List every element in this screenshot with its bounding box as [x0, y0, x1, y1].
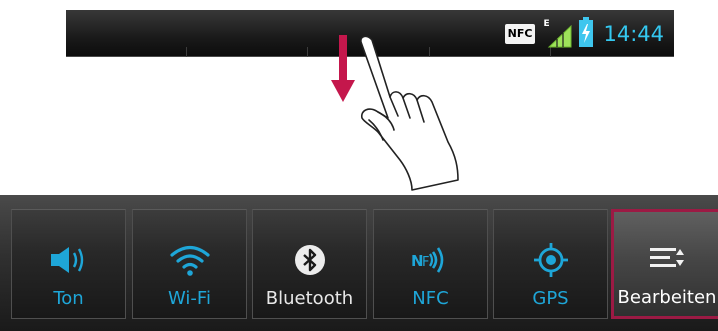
pointing-hand-icon: [360, 35, 459, 191]
status-bar-divider: [307, 47, 308, 57]
signal-icon: E: [541, 19, 573, 48]
wifi-icon: [169, 240, 211, 280]
quick-setting-label: NFC: [412, 288, 449, 309]
edit-list-icon: [649, 239, 685, 279]
quick-setting-label: Ton: [53, 288, 84, 309]
quick-setting-bluetooth[interactable]: Bluetooth: [252, 209, 367, 319]
quick-setting-nfc[interactable]: N F NFC: [373, 209, 488, 319]
status-time: 14:44: [603, 21, 664, 46]
status-icons: NFC E 14:44: [504, 10, 664, 57]
speaker-icon: [49, 240, 89, 280]
bluetooth-icon: [294, 240, 326, 280]
swipe-down-arrow-icon: [331, 35, 355, 102]
gps-icon: [533, 240, 569, 280]
quick-setting-gps[interactable]: GPS: [493, 209, 608, 319]
quick-settings-bar: Ton Wi-Fi Bluetooth N F NFC GPS Bearbeit…: [0, 195, 718, 331]
battery-charging-icon: [579, 16, 594, 51]
quick-setting-label: Wi-Fi: [168, 288, 211, 309]
quick-setting-edit[interactable]: Bearbeiten: [611, 209, 718, 319]
nfc-icon: NFC: [504, 23, 536, 44]
status-bar-divider: [186, 47, 187, 57]
quick-setting-label: GPS: [532, 288, 569, 309]
swipe-gesture-illustration: [320, 30, 470, 199]
nfc-icon: N F: [409, 240, 453, 280]
svg-text:F: F: [422, 255, 429, 270]
quick-setting-wifi[interactable]: Wi-Fi: [132, 209, 247, 319]
quick-setting-sound[interactable]: Ton: [11, 209, 126, 319]
quick-setting-label: Bluetooth: [265, 288, 354, 309]
quick-setting-label: Bearbeiten: [617, 287, 717, 308]
